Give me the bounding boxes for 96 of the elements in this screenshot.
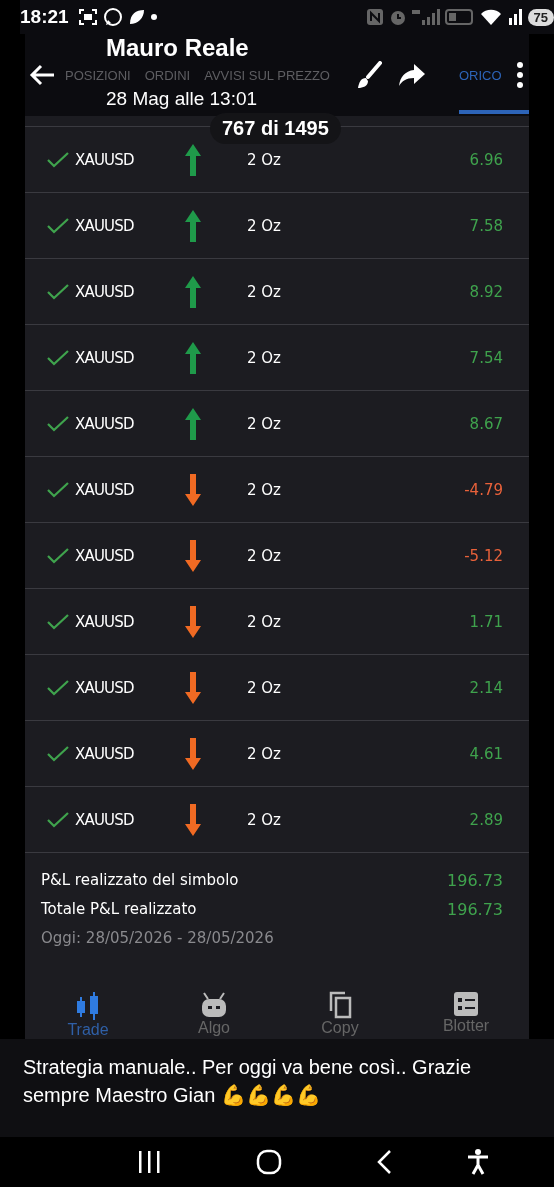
profit-value: -4.79	[464, 480, 503, 499]
check-icon	[47, 481, 69, 498]
symbol: XAUUSD	[75, 744, 135, 763]
quantity: 2 Oz	[247, 612, 282, 631]
profit-value: -5.12	[464, 546, 503, 565]
summary-label: P&L realizzato del simbolo	[41, 871, 239, 891]
check-icon	[47, 415, 69, 432]
leaf-icon	[127, 8, 146, 27]
profit-value: 2.14	[469, 678, 503, 697]
down-arrow-icon	[185, 473, 201, 506]
tab[interactable]: POSIZIONI	[65, 68, 131, 85]
down-arrow-icon	[185, 737, 201, 770]
back-icon[interactable]	[28, 63, 56, 88]
contact-name: Mauro Reale	[106, 34, 250, 63]
up-arrow-icon	[185, 209, 201, 242]
symbol: XAUUSD	[75, 216, 135, 235]
accessibility-icon[interactable]	[466, 1149, 489, 1176]
tab[interactable]: AVVISI SUL PREZZO	[204, 68, 330, 85]
quantity: 2 Oz	[247, 216, 282, 235]
check-icon	[47, 679, 69, 696]
profit-value: 8.67	[469, 414, 503, 433]
symbol: XAUUSD	[75, 810, 135, 829]
tab[interactable]: ORDINI	[144, 68, 191, 85]
quantity: 2 Oz	[247, 678, 282, 697]
quantity: 2 Oz	[247, 810, 282, 829]
down-arrow-icon	[185, 671, 201, 704]
brush-icon[interactable]	[356, 61, 382, 90]
status-caption: Strategia manuale.. Per oggi va bene così.. Grazie sempre Maestro Gian 💪💪💪💪	[22, 1055, 473, 1109]
summary-value: 196.73	[447, 900, 503, 920]
symbol: XAUUSD	[75, 414, 135, 433]
down-arrow-icon	[185, 539, 201, 572]
symbol: XAUUSD	[75, 612, 135, 631]
quantity: 2 Oz	[247, 546, 282, 565]
symbol: XAUUSD	[75, 546, 135, 565]
check-icon	[47, 811, 69, 828]
profit-value: 6.96	[469, 150, 503, 169]
summary-value: 196.73	[447, 871, 503, 891]
check-icon	[47, 745, 69, 762]
post-time: 28 Mag alle 13:01	[106, 88, 259, 111]
tab[interactable]: ORICO	[459, 68, 529, 85]
quantity: 2 Oz	[247, 150, 282, 169]
signal-icon	[411, 8, 440, 27]
list-icon	[453, 991, 479, 1018]
check-icon	[47, 283, 69, 300]
battery-level: 75	[527, 8, 554, 26]
profit-value: 1.71	[469, 612, 503, 631]
nav-tab[interactable]: Trade	[48, 991, 128, 1040]
check-icon	[47, 613, 69, 630]
profit-value: 7.58	[469, 216, 503, 235]
quantity: 2 Oz	[247, 282, 282, 301]
down-arrow-icon	[185, 605, 201, 638]
symbol: XAUUSD	[75, 348, 135, 367]
robot-icon	[200, 991, 228, 1020]
check-icon	[47, 217, 69, 234]
profit-value: 8.92	[469, 282, 503, 301]
quantity: 2 Oz	[247, 414, 282, 433]
back-icon[interactable]	[376, 1150, 393, 1175]
date-range: Oggi: 28/05/2026 - 28/05/2026	[41, 929, 275, 948]
profit-value: 2.89	[469, 810, 503, 829]
quantity: 2 Oz	[247, 348, 282, 367]
up-arrow-icon	[185, 143, 201, 176]
home-icon[interactable]	[255, 1149, 282, 1176]
check-icon	[47, 151, 69, 168]
check-icon	[47, 547, 69, 564]
alarm-icon	[388, 8, 407, 27]
signal-icon	[506, 8, 523, 27]
chat-icon	[102, 7, 123, 28]
quantity: 2 Oz	[247, 744, 282, 763]
candlestick-icon	[75, 991, 101, 1022]
profit-value: 7.54	[469, 348, 503, 367]
symbol: XAUUSD	[75, 282, 135, 301]
recent-apps-icon[interactable]	[137, 1151, 162, 1174]
up-arrow-icon	[185, 407, 201, 440]
up-arrow-icon	[185, 341, 201, 374]
screenshot-icon	[77, 8, 98, 27]
check-icon	[47, 349, 69, 366]
nav-tab[interactable]: Blotter	[426, 991, 506, 1040]
copy-icon	[328, 991, 352, 1020]
nfc-icon	[365, 8, 384, 27]
status-time: 18:21	[20, 6, 69, 29]
wifi-icon	[479, 8, 502, 27]
summary-label: Totale P&L realizzato	[41, 900, 197, 920]
dot-icon	[150, 14, 157, 21]
profit-value: 4.61	[469, 744, 503, 763]
symbol: XAUUSD	[75, 480, 135, 499]
down-arrow-icon	[185, 803, 201, 836]
battery-icon	[444, 9, 475, 26]
nav-tab[interactable]: Copy	[300, 991, 380, 1040]
up-arrow-icon	[185, 275, 201, 308]
quantity: 2 Oz	[247, 480, 282, 499]
image-counter: 767 di 1495	[210, 113, 341, 145]
share-icon[interactable]	[398, 63, 426, 88]
symbol: XAUUSD	[75, 678, 135, 697]
nav-tab[interactable]: Algo	[174, 991, 254, 1040]
symbol: XAUUSD	[75, 150, 135, 169]
more-icon[interactable]	[516, 62, 524, 89]
